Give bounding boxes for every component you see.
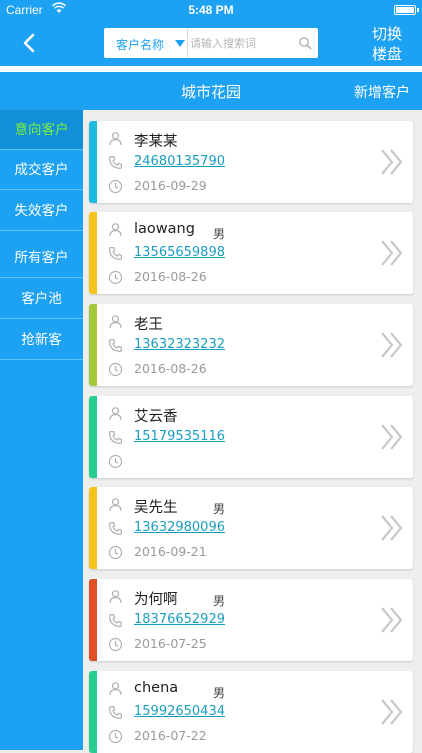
double-chevron-right-icon[interactable]	[379, 422, 405, 452]
customer-phone-link[interactable]: 13565659898	[134, 245, 225, 260]
customer-date: 2016-07-22	[134, 728, 207, 743]
sidebar-item-grab-new[interactable]: 抢新客	[0, 320, 83, 360]
switch-label-line1: 切换	[371, 25, 402, 43]
phone-icon	[108, 246, 123, 261]
status-stripe	[89, 671, 97, 753]
customer-date: 2016-08-26	[134, 361, 207, 376]
customer-name: 老王	[134, 317, 163, 333]
status-stripe	[89, 579, 97, 661]
customer-card[interactable]: laowang 男 13565659898 2016-08-26	[89, 212, 413, 294]
customer-name: laowang	[134, 221, 195, 237]
title-bar: 城市花园 新增客户	[0, 72, 422, 110]
nav-bar: 客户名称 切换 楼盘	[0, 20, 422, 66]
clock-icon	[108, 362, 123, 377]
sidebar-item-customer-pool[interactable]: 客户池	[0, 279, 83, 319]
status-stripe	[89, 487, 97, 569]
person-icon	[108, 314, 123, 329]
phone-icon	[108, 430, 123, 445]
customer-name: chena	[134, 680, 179, 696]
status-stripe	[89, 304, 97, 386]
customer-card[interactable]: chena 男 15992650434 2016-07-22	[89, 671, 413, 753]
search-category-dropdown[interactable]: 客户名称	[104, 28, 188, 58]
clock-icon	[108, 545, 123, 560]
caret-down-icon	[175, 40, 185, 47]
sidebar: 意向客户 成交客户 失效客户 所有客户 客户池 抢新客	[0, 110, 83, 750]
person-icon	[108, 222, 123, 237]
double-chevron-right-icon[interactable]	[379, 605, 405, 635]
customer-phone-link[interactable]: 15179535116	[134, 429, 225, 444]
customer-name: 为何啊	[134, 592, 178, 608]
customer-phone-link[interactable]: 24680135790	[134, 154, 225, 169]
customer-gender: 男	[213, 686, 226, 700]
customer-date: 2016-09-21	[134, 544, 207, 559]
double-chevron-right-icon[interactable]	[379, 238, 405, 268]
sidebar-item-closed-customers[interactable]: 成交客户	[0, 150, 83, 190]
clock-icon	[108, 179, 123, 194]
switch-label-line2: 楼盘	[371, 45, 402, 63]
phone-icon	[108, 705, 123, 720]
double-chevron-right-icon[interactable]	[379, 513, 405, 543]
search-category-label: 客户名称	[116, 38, 165, 52]
search-input[interactable]	[190, 31, 290, 55]
person-icon	[108, 681, 123, 696]
person-icon	[108, 497, 123, 512]
double-chevron-right-icon[interactable]	[379, 147, 405, 177]
phone-icon	[108, 613, 123, 628]
search-box: 客户名称	[104, 28, 318, 58]
status-stripe	[89, 121, 97, 203]
status-stripe	[89, 212, 97, 294]
search-icon[interactable]	[298, 36, 312, 50]
double-chevron-right-icon[interactable]	[379, 697, 405, 727]
sidebar-item-all-customers[interactable]: 所有客户	[0, 238, 83, 278]
clock-icon	[108, 270, 123, 285]
customer-card[interactable]: 吴先生 男 13632980096 2016-09-21	[89, 487, 413, 569]
customer-name: 李某某	[134, 134, 178, 150]
person-icon	[108, 406, 123, 421]
person-icon	[108, 589, 123, 604]
customer-phone-link[interactable]: 13632980096	[134, 520, 225, 535]
customer-phone-link[interactable]: 13632323232	[134, 337, 225, 352]
customer-name: 吴先生	[134, 500, 178, 516]
clock-icon	[108, 454, 123, 469]
switch-property-button[interactable]: 切换 楼盘	[362, 24, 412, 64]
phone-icon	[108, 521, 123, 536]
status-stripe	[89, 396, 97, 478]
customer-phone-link[interactable]: 18376652929	[134, 612, 225, 627]
customer-card[interactable]: 李某某 24680135790 2016-09-29	[89, 121, 413, 203]
phone-icon	[108, 155, 123, 170]
back-chevron-icon[interactable]	[16, 29, 44, 57]
customer-gender: 男	[213, 594, 226, 608]
double-chevron-right-icon[interactable]	[379, 330, 405, 360]
customer-name: 艾云香	[134, 409, 178, 425]
phone-icon	[108, 338, 123, 353]
clock-icon	[108, 637, 123, 652]
person-icon	[108, 131, 123, 146]
customer-card[interactable]: 为何啊 男 18376652929 2016-07-25	[89, 579, 413, 661]
status-bar: Carrier 5:48 PM	[0, 0, 422, 20]
customer-phone-link[interactable]: 15992650434	[134, 704, 225, 719]
sidebar-item-lost-customers[interactable]: 失效客户	[0, 191, 83, 231]
new-customer-button[interactable]: 新增客户	[354, 82, 410, 102]
battery-icon	[394, 5, 419, 15]
sidebar-item-intent-customers[interactable]: 意向客户	[0, 110, 83, 150]
customer-gender: 男	[213, 502, 226, 516]
customer-date: 2016-09-29	[134, 178, 207, 193]
status-time: 5:48 PM	[188, 3, 234, 17]
customer-date: 2016-08-26	[134, 269, 207, 284]
customer-date: 2016-07-25	[134, 636, 207, 651]
clock-icon	[108, 729, 123, 744]
customer-card[interactable]: 老王 13632323232 2016-08-26	[89, 304, 413, 386]
customer-card[interactable]: 艾云香 15179535116	[89, 396, 413, 478]
customer-gender: 男	[213, 227, 226, 241]
